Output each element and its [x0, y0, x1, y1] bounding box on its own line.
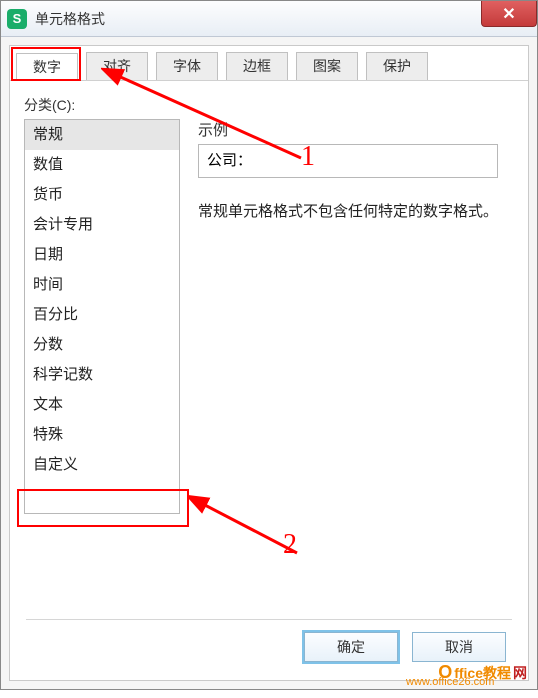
close-button[interactable]: ✕	[481, 1, 537, 27]
list-item[interactable]: 特殊	[25, 420, 179, 450]
app-icon: S	[7, 9, 27, 29]
sample-label: 示例	[198, 119, 510, 140]
close-icon: ✕	[502, 4, 515, 24]
button-row: 确定 取消	[304, 632, 506, 662]
right-panel: 示例 公司： 常规单元格格式不包含任何特定的数字格式。	[194, 119, 514, 514]
ok-button[interactable]: 确定	[304, 632, 398, 662]
titlebar: S 单元格格式 ✕	[1, 1, 537, 37]
content-area: 数字 对齐 字体 边框 图案 保护 分类(C): 常规 数值 货币 会计专用 日…	[9, 45, 529, 681]
tab-border[interactable]: 边框	[226, 52, 288, 80]
list-item[interactable]: 分数	[25, 330, 179, 360]
list-item[interactable]: 科学记数	[25, 360, 179, 390]
number-pane: 分类(C): 常规 数值 货币 会计专用 日期 时间 百分比 分数 科学记数 文…	[10, 81, 528, 528]
columns: 常规 数值 货币 会计专用 日期 时间 百分比 分数 科学记数 文本 特殊 自定…	[24, 119, 514, 514]
list-item[interactable]: 时间	[25, 270, 179, 300]
tab-pattern[interactable]: 图案	[296, 52, 358, 80]
separator	[26, 619, 512, 620]
tab-protect[interactable]: 保护	[366, 52, 428, 80]
tab-font[interactable]: 字体	[156, 52, 218, 80]
dialog-window: S 单元格格式 ✕ 数字 对齐 字体 边框 图案 保护 分类(C): 常规 数值…	[0, 0, 538, 690]
title-text: 单元格格式	[35, 9, 105, 29]
list-item[interactable]: 自定义	[25, 450, 179, 480]
list-item[interactable]: 货币	[25, 180, 179, 210]
list-item[interactable]: 常规	[25, 120, 179, 150]
list-item[interactable]: 文本	[25, 390, 179, 420]
annotation-number-1: 1	[301, 141, 315, 173]
watermark-url: www.office26.com	[406, 676, 528, 698]
list-item[interactable]: 日期	[25, 240, 179, 270]
list-item[interactable]: 会计专用	[25, 210, 179, 240]
category-listbox[interactable]: 常规 数值 货币 会计专用 日期 时间 百分比 分数 科学记数 文本 特殊 自定…	[24, 119, 180, 514]
category-label: 分类(C):	[24, 95, 514, 115]
sample-box: 公司：	[198, 144, 498, 178]
cancel-button[interactable]: 取消	[412, 632, 506, 662]
tab-align[interactable]: 对齐	[86, 52, 148, 80]
tab-number[interactable]: 数字	[16, 53, 78, 81]
list-item[interactable]: 百分比	[25, 300, 179, 330]
format-description: 常规单元格格式不包含任何特定的数字格式。	[198, 200, 510, 224]
tabs: 数字 对齐 字体 边框 图案 保护	[10, 46, 528, 81]
list-item[interactable]: 数值	[25, 150, 179, 180]
annotation-number-2: 2	[283, 529, 297, 561]
